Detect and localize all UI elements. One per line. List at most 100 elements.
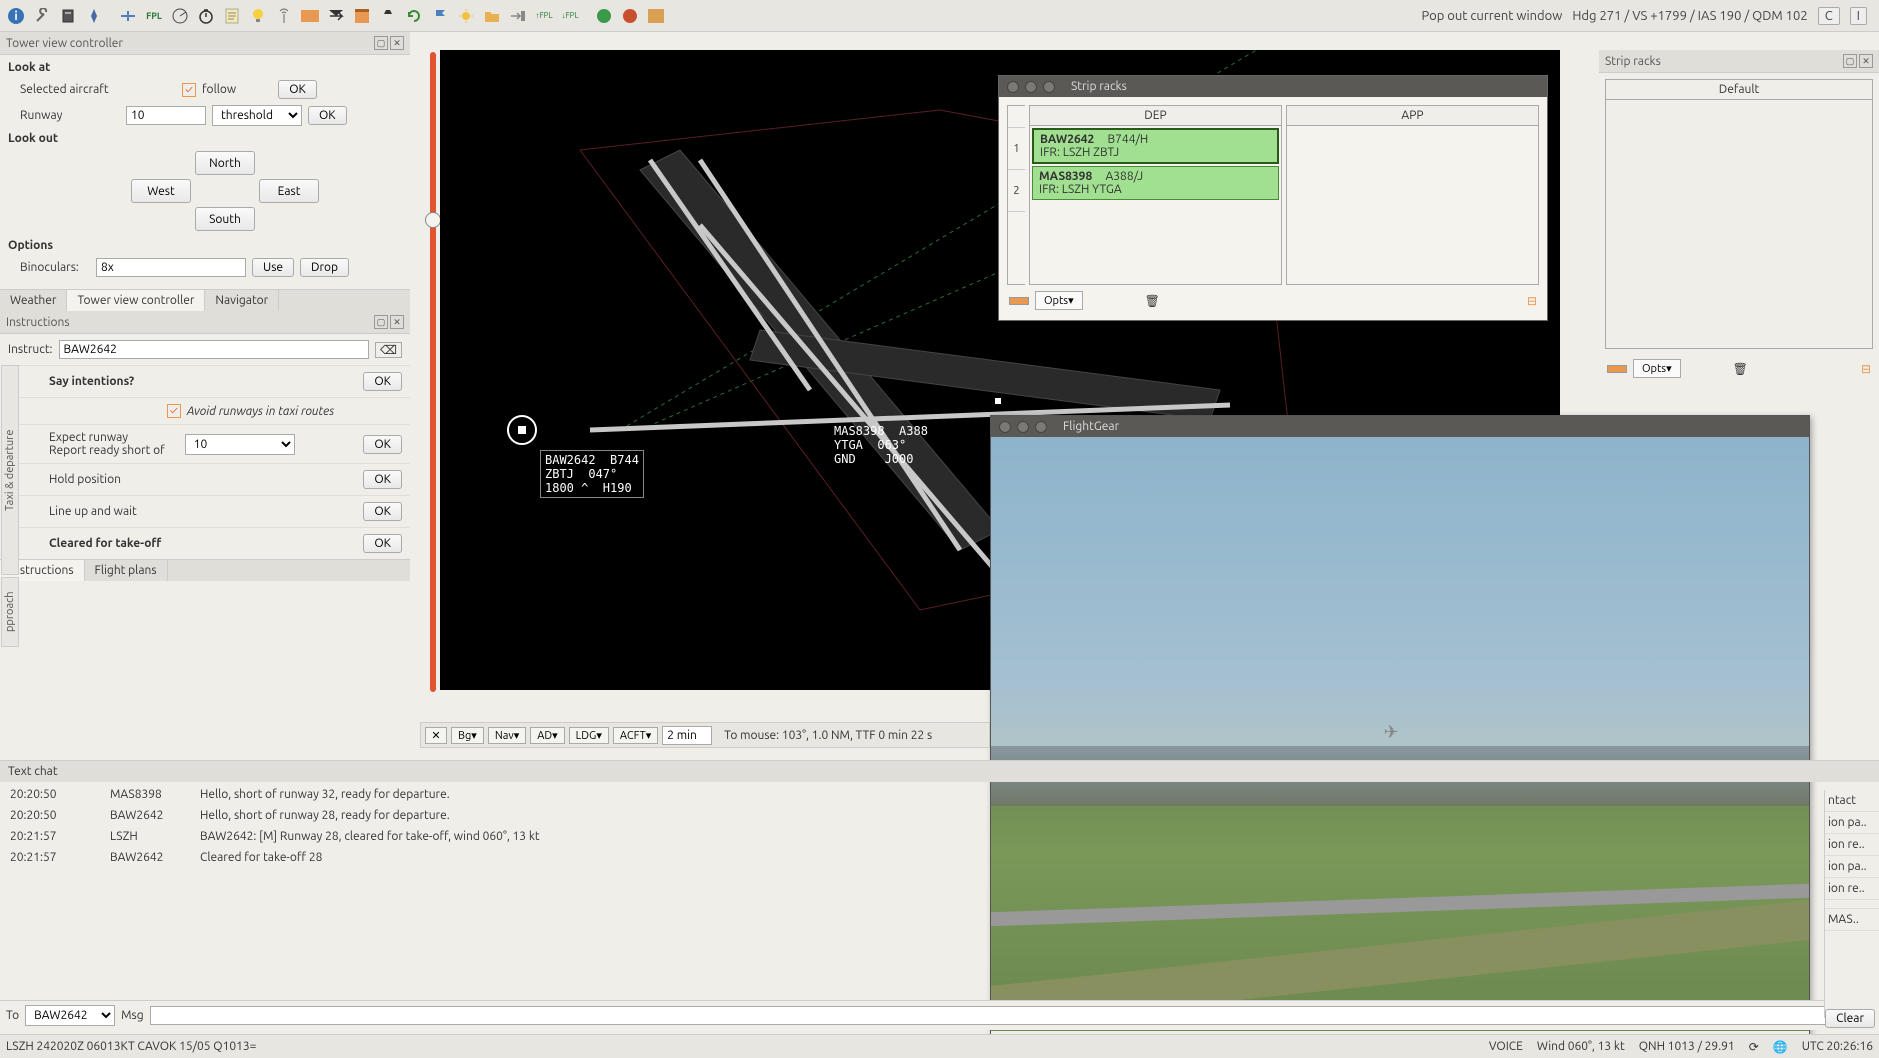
acft-menu[interactable]: ACFT▾ (613, 727, 658, 744)
collapse-icon[interactable]: ⊟ (1861, 362, 1871, 376)
window-close-icon[interactable] (999, 421, 1011, 433)
flight-strip[interactable]: BAW2642 B744/H IFR: LSZH ZBTJ (1032, 128, 1279, 164)
tab-navigator[interactable]: Navigator (205, 290, 279, 311)
link-icon[interactable]: ⟳ (1749, 1040, 1759, 1054)
app-column[interactable]: APP (1286, 105, 1539, 285)
wrench-icon[interactable] (30, 4, 54, 28)
flightgear-titlebar[interactable]: FlightGear (991, 416, 1809, 437)
trash-icon[interactable]: 🗑 (1733, 362, 1748, 376)
collapse-icon[interactable]: ⊟ (1527, 294, 1537, 308)
zoom-slider-thumb[interactable] (425, 212, 441, 228)
plane-icon[interactable] (324, 4, 348, 28)
flag-icon[interactable] (428, 4, 452, 28)
antenna-icon[interactable] (272, 4, 296, 28)
ok-say-intentions[interactable]: OK (363, 372, 402, 391)
nav-menu[interactable]: Nav▾ (488, 727, 526, 744)
popout-label[interactable]: Pop out current window (1421, 9, 1562, 23)
window-min-icon[interactable] (1025, 81, 1037, 93)
ad-menu[interactable]: AD▾ (530, 727, 564, 744)
window-max-icon[interactable] (1043, 81, 1055, 93)
ok-button-runway[interactable]: OK (308, 106, 347, 125)
maximize-icon[interactable]: ▢ (374, 315, 388, 329)
avoid-runways-checkbox[interactable]: ✓ (167, 404, 181, 418)
radar-label-mas[interactable]: MAS8398 A388 YTGA 063° GND J000 (830, 422, 932, 468)
close-icon[interactable]: ✕ (390, 36, 404, 50)
binoc-input[interactable] (96, 258, 246, 277)
crosshair-icon[interactable]: ✕ (425, 727, 447, 744)
tab-flightplans[interactable]: Flight plans (85, 560, 168, 581)
follow-checkbox[interactable]: ✓ (182, 83, 196, 97)
south-button[interactable]: South (195, 207, 255, 231)
clear-input-icon[interactable]: ⌫ (375, 342, 402, 358)
window-max-icon[interactable] (1035, 421, 1047, 433)
stopwatch-icon[interactable] (194, 4, 218, 28)
btn-i[interactable]: I (1850, 7, 1867, 25)
tower-icon[interactable] (376, 4, 400, 28)
to-select[interactable]: BAW2642 (25, 1005, 115, 1026)
clear-button[interactable]: Clear (1825, 1009, 1875, 1028)
strip-icon[interactable] (298, 4, 322, 28)
ok-cleared-takeoff[interactable]: OK (363, 534, 402, 553)
bg-menu[interactable]: Bg▾ (451, 727, 484, 744)
msg-input[interactable] (150, 1006, 1873, 1025)
compass-icon[interactable] (82, 4, 106, 28)
sun-icon[interactable] (454, 4, 478, 28)
note-icon[interactable] (220, 4, 244, 28)
refresh-icon[interactable] (402, 4, 426, 28)
use-button[interactable]: Use (252, 258, 294, 277)
dep-column[interactable]: DEP BAW2642 B744/H IFR: LSZH ZBTJ MAS839… (1029, 105, 1282, 285)
btn-c[interactable]: C (1818, 7, 1840, 25)
opts-button[interactable]: Opts▾ (1035, 291, 1083, 310)
ok-lineup[interactable]: OK (363, 502, 402, 521)
globe-green-icon[interactable] (592, 4, 616, 28)
runway-input[interactable] (126, 106, 206, 125)
bulb-icon[interactable] (246, 4, 270, 28)
strip-racks-titlebar[interactable]: Strip racks (999, 76, 1547, 97)
color-swatch-icon[interactable] (1607, 365, 1627, 373)
window-close-icon[interactable] (1007, 81, 1019, 93)
folder-icon[interactable] (480, 4, 504, 28)
globe-red-icon[interactable] (618, 4, 642, 28)
zoom-slider-track[interactable] (430, 52, 436, 692)
ok-hold[interactable]: OK (363, 470, 402, 489)
taxi-departure-tab[interactable]: Taxi & departure (1, 365, 19, 575)
maximize-icon[interactable]: ▢ (1843, 54, 1857, 68)
approach-tab[interactable]: pproach (1, 577, 19, 647)
ok-button-selected[interactable]: OK (278, 80, 317, 99)
tab-weather[interactable]: Weather (0, 290, 67, 311)
close-icon[interactable]: ✕ (390, 315, 404, 329)
export-icon[interactable] (506, 4, 530, 28)
fpl-up-icon[interactable]: ↑FPL (532, 4, 556, 28)
opts-button-right[interactable]: Opts▾ (1633, 359, 1681, 378)
box-icon[interactable] (644, 4, 668, 28)
window-min-icon[interactable] (1017, 421, 1029, 433)
threshold-select[interactable]: threshold (212, 105, 302, 126)
clipboard-icon[interactable] (56, 4, 80, 28)
ok-expect-runway[interactable]: OK (363, 435, 402, 454)
globe-icon[interactable]: 🌐 (1773, 1040, 1788, 1054)
zoom-input[interactable] (662, 726, 712, 745)
aircraft-sel-icon[interactable] (116, 4, 140, 28)
close-icon[interactable]: ✕ (1859, 54, 1873, 68)
maximize-icon[interactable]: ▢ (374, 36, 388, 50)
calendar-icon[interactable] (350, 4, 374, 28)
radar-sweep-icon[interactable] (168, 4, 192, 28)
strip-racks-window[interactable]: Strip racks 12 DEP BAW2642 B744/H IFR: L… (998, 75, 1548, 321)
flight-strip[interactable]: MAS8398 A388/J IFR: LSZH YTGA (1032, 166, 1279, 200)
fpl-text-icon[interactable]: FPL (142, 4, 166, 28)
tab-tower[interactable]: Tower view controller (67, 290, 205, 311)
chat-row: 20:21:57LSZHBAW2642: [M] Runway 28, clea… (0, 826, 1879, 847)
north-button[interactable]: North (195, 151, 255, 175)
radar-label-baw[interactable]: BAW2642 B744 ZBTJ 047° 1800 ^ H190 (540, 450, 644, 498)
east-button[interactable]: East (259, 179, 319, 203)
fpl-down-icon[interactable]: ↓FPL (558, 4, 582, 28)
color-swatch-icon[interactable] (1009, 297, 1029, 305)
trash-icon[interactable]: 🗑 (1145, 294, 1160, 308)
expect-runway-select[interactable]: 10 (185, 434, 295, 455)
west-button[interactable]: West (131, 179, 191, 203)
info-icon[interactable]: i (4, 4, 28, 28)
instruct-input[interactable] (59, 340, 370, 359)
default-rack[interactable]: Default (1605, 79, 1873, 349)
drop-button[interactable]: Drop (300, 258, 349, 277)
ldg-menu[interactable]: LDG▾ (569, 727, 609, 744)
